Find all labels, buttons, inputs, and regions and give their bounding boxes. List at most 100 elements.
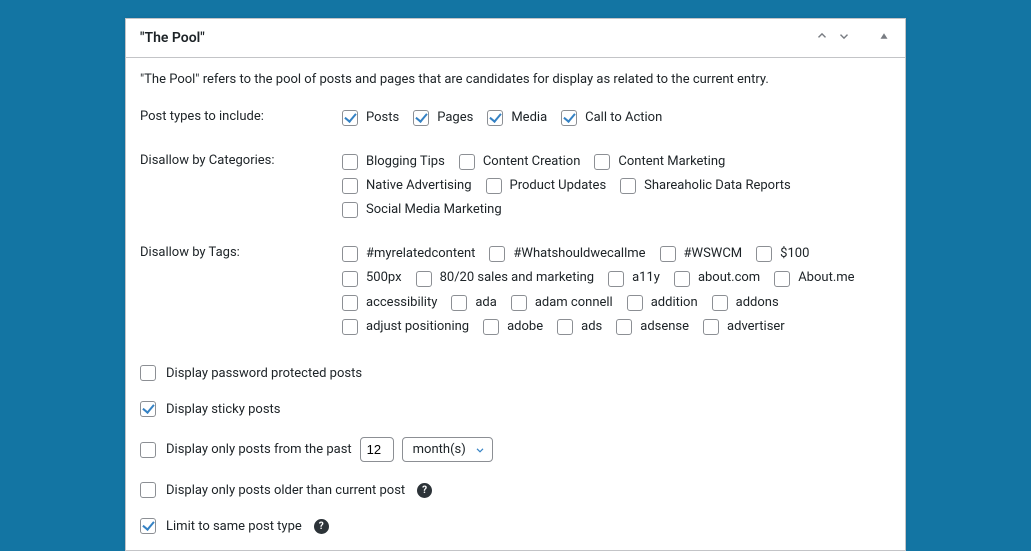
tag-checkbox[interactable]	[627, 295, 643, 311]
sticky-checkbox[interactable]	[140, 401, 156, 417]
tag-label: adjust positioning	[366, 316, 469, 338]
category-item[interactable]: Product Updates	[486, 175, 607, 197]
tag-item[interactable]: #WSWCM	[660, 243, 743, 265]
post-type-item[interactable]: Call to Action	[561, 107, 662, 129]
tag-item[interactable]: adsense	[616, 316, 689, 338]
categories-row: Disallow by Categories: Blogging Tips Con…	[126, 135, 905, 227]
tag-checkbox[interactable]	[483, 319, 499, 335]
tag-label: adsense	[640, 316, 689, 338]
the-pool-panel: "The Pool" "The Pool" refers to the pool…	[125, 18, 906, 551]
tag-label: 80/20 sales and marketing	[440, 267, 595, 289]
tag-item[interactable]: addition	[627, 292, 698, 314]
category-label: Native Advertising	[366, 175, 472, 197]
password-protected-row: Display password protected posts	[126, 355, 905, 391]
collapse-triangle-icon[interactable]	[877, 29, 891, 47]
post-type-checkbox[interactable]	[413, 110, 429, 126]
from-past-unit-select[interactable]: month(s)	[402, 437, 493, 462]
tag-item[interactable]: #Whatshouldwecallme	[489, 243, 645, 265]
tag-label: #myrelatedcontent	[366, 243, 475, 265]
tag-item[interactable]: 80/20 sales and marketing	[416, 267, 595, 289]
tag-checkbox[interactable]	[451, 295, 467, 311]
tag-checkbox[interactable]	[342, 271, 358, 287]
tag-item[interactable]: About.me	[774, 267, 854, 289]
panel-header: "The Pool"	[126, 19, 905, 58]
tag-checkbox[interactable]	[557, 319, 573, 335]
tag-checkbox[interactable]	[342, 295, 358, 311]
tag-item[interactable]: a11y	[608, 267, 660, 289]
tag-checkbox[interactable]	[660, 246, 676, 262]
category-checkbox[interactable]	[486, 178, 502, 194]
tag-checkbox[interactable]	[608, 271, 624, 287]
post-type-item[interactable]: Media	[487, 107, 547, 129]
category-item[interactable]: Social Media Marketing	[342, 199, 502, 221]
category-label: Social Media Marketing	[366, 199, 502, 221]
post-type-label: Call to Action	[585, 107, 662, 129]
tag-item[interactable]: accessibility	[342, 292, 437, 314]
post-type-item[interactable]: Pages	[413, 107, 473, 129]
category-checkbox[interactable]	[342, 202, 358, 218]
category-checkbox[interactable]	[594, 154, 610, 170]
older-than-current-label: Display only posts older than current po…	[166, 483, 405, 498]
categories-label: Disallow by Categories:	[140, 151, 330, 168]
post-type-item[interactable]: Posts	[342, 107, 399, 129]
tag-item[interactable]: advertiser	[703, 316, 785, 338]
older-than-current-row: Display only posts older than current po…	[126, 472, 905, 508]
tag-checkbox[interactable]	[511, 295, 527, 311]
tag-item[interactable]: ada	[451, 292, 496, 314]
post-types-list: Posts Pages Media Call to Action	[342, 107, 891, 129]
tag-checkbox[interactable]	[674, 271, 690, 287]
older-than-current-checkbox[interactable]	[140, 482, 156, 498]
limit-same-type-row: Limit to same post type ?	[126, 508, 905, 550]
from-past-checkbox[interactable]	[140, 442, 156, 458]
tag-label: ada	[475, 292, 496, 314]
password-protected-checkbox[interactable]	[140, 365, 156, 381]
category-label: Shareaholic Data Reports	[644, 175, 791, 197]
help-icon[interactable]: ?	[314, 519, 329, 534]
chevron-down-icon[interactable]	[837, 29, 851, 47]
tag-checkbox[interactable]	[756, 246, 772, 262]
from-past-number-input[interactable]	[360, 437, 394, 462]
category-checkbox[interactable]	[342, 178, 358, 194]
tag-checkbox[interactable]	[703, 319, 719, 335]
tag-label: #Whatshouldwecallme	[513, 243, 645, 265]
category-label: Content Creation	[483, 151, 581, 173]
tag-checkbox[interactable]	[712, 295, 728, 311]
post-type-checkbox[interactable]	[561, 110, 577, 126]
tag-item[interactable]: adam connell	[511, 292, 613, 314]
tag-item[interactable]: adjust positioning	[342, 316, 469, 338]
limit-same-type-checkbox[interactable]	[140, 518, 156, 534]
category-item[interactable]: Shareaholic Data Reports	[620, 175, 791, 197]
tag-item[interactable]: $100	[756, 243, 809, 265]
help-icon[interactable]: ?	[417, 483, 432, 498]
post-type-checkbox[interactable]	[487, 110, 503, 126]
category-item[interactable]: Content Marketing	[594, 151, 725, 173]
tag-item[interactable]: about.com	[674, 267, 760, 289]
tag-item[interactable]: #myrelatedcontent	[342, 243, 475, 265]
chevron-up-icon[interactable]	[815, 29, 829, 47]
tag-label: adobe	[507, 316, 543, 338]
category-checkbox[interactable]	[342, 154, 358, 170]
category-checkbox[interactable]	[459, 154, 475, 170]
sticky-label: Display sticky posts	[166, 402, 281, 417]
tags-row: Disallow by Tags: #myrelatedcontent#What…	[126, 227, 905, 345]
tag-item[interactable]: adobe	[483, 316, 543, 338]
category-checkbox[interactable]	[620, 178, 636, 194]
category-label: Blogging Tips	[366, 151, 445, 173]
tag-item[interactable]: ads	[557, 316, 602, 338]
category-item[interactable]: Blogging Tips	[342, 151, 445, 173]
tag-checkbox[interactable]	[489, 246, 505, 262]
from-past-unit-label: month(s)	[413, 442, 466, 457]
category-item[interactable]: Content Creation	[459, 151, 581, 173]
tag-item[interactable]: 500px	[342, 267, 402, 289]
tag-checkbox[interactable]	[342, 319, 358, 335]
post-type-checkbox[interactable]	[342, 110, 358, 126]
tag-item[interactable]: addons	[712, 292, 779, 314]
tag-checkbox[interactable]	[416, 271, 432, 287]
category-item[interactable]: Native Advertising	[342, 175, 472, 197]
tag-checkbox[interactable]	[774, 271, 790, 287]
tag-checkbox[interactable]	[342, 246, 358, 262]
tags-list: #myrelatedcontent #Whatshouldwecallme #WSW…	[342, 243, 862, 339]
tag-checkbox[interactable]	[616, 319, 632, 335]
from-past-label: Display only posts from the past	[166, 442, 352, 457]
from-past-row: Display only posts from the past month(s…	[126, 427, 905, 472]
